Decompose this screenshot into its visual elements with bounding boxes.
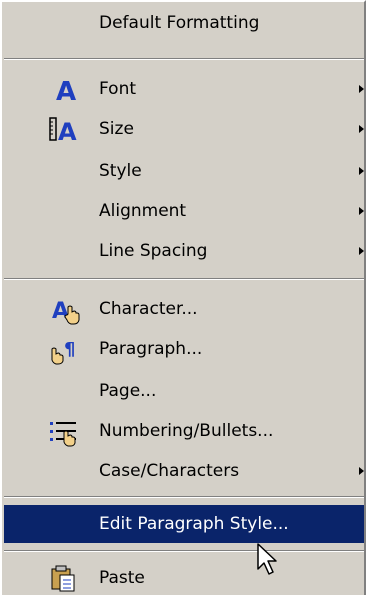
submenu-arrow-icon — [359, 207, 364, 215]
menu-item-style[interactable]: Style — [4, 152, 364, 190]
menu-item-page[interactable]: Page... — [4, 372, 364, 410]
menu-separator — [4, 278, 364, 280]
paragraph-icon: ¶ — [46, 330, 86, 368]
menu-item-label: Edit Paragraph Style... — [99, 514, 289, 534]
context-menu: Default Formatting A Font A Size Style A… — [0, 0, 366, 595]
menu-item-label: Default Formatting — [99, 13, 260, 33]
submenu-arrow-icon — [359, 125, 364, 133]
svg-text:A: A — [52, 299, 69, 324]
mouse-cursor-icon — [257, 543, 277, 575]
menu-item-label: Size — [99, 119, 134, 139]
submenu-arrow-icon — [359, 85, 364, 93]
menu-item-paragraph[interactable]: ¶ Paragraph... — [4, 330, 364, 368]
menu-item-label: Page... — [99, 381, 157, 401]
menu-item-numbering-bullets[interactable]: Numbering/Bullets... — [4, 412, 364, 450]
menu-item-size[interactable]: A Size — [4, 110, 364, 148]
menu-item-paste[interactable]: Paste — [4, 559, 364, 597]
menu-item-font[interactable]: A Font — [4, 70, 364, 108]
menu-item-label: Paste — [99, 568, 145, 588]
menu-item-label: Font — [99, 79, 137, 99]
menu-item-label: Character... — [99, 299, 198, 319]
submenu-arrow-icon — [359, 247, 364, 255]
menu-separator — [4, 496, 364, 498]
svg-text:¶: ¶ — [64, 339, 75, 360]
menu-item-alignment[interactable]: Alignment — [4, 192, 364, 230]
menu-separator — [4, 550, 364, 552]
menu-separator — [4, 58, 364, 60]
numbering-bullets-icon — [46, 412, 86, 450]
svg-text:A: A — [58, 118, 77, 146]
submenu-arrow-icon — [359, 467, 364, 475]
svg-text:A: A — [56, 77, 76, 107]
paste-icon — [46, 559, 86, 597]
font-icon: A — [46, 70, 86, 108]
menu-item-label: Style — [99, 161, 142, 181]
menu-item-label: Line Spacing — [99, 241, 208, 261]
menu-item-default-formatting[interactable]: Default Formatting — [4, 4, 364, 42]
menu-item-line-spacing[interactable]: Line Spacing — [4, 232, 364, 270]
menu-item-case-characters[interactable]: Case/Characters — [4, 452, 364, 490]
menu-item-label: Paragraph... — [99, 339, 203, 359]
menu-item-label: Case/Characters — [99, 461, 240, 481]
menu-item-label: Alignment — [99, 201, 187, 221]
submenu-arrow-icon — [359, 167, 364, 175]
size-icon: A — [46, 110, 86, 148]
menu-item-character[interactable]: A Character... — [4, 290, 364, 328]
menu-item-label: Numbering/Bullets... — [99, 421, 274, 441]
menu-item-edit-paragraph-style[interactable]: Edit Paragraph Style... — [4, 505, 364, 543]
character-icon: A — [46, 290, 86, 328]
